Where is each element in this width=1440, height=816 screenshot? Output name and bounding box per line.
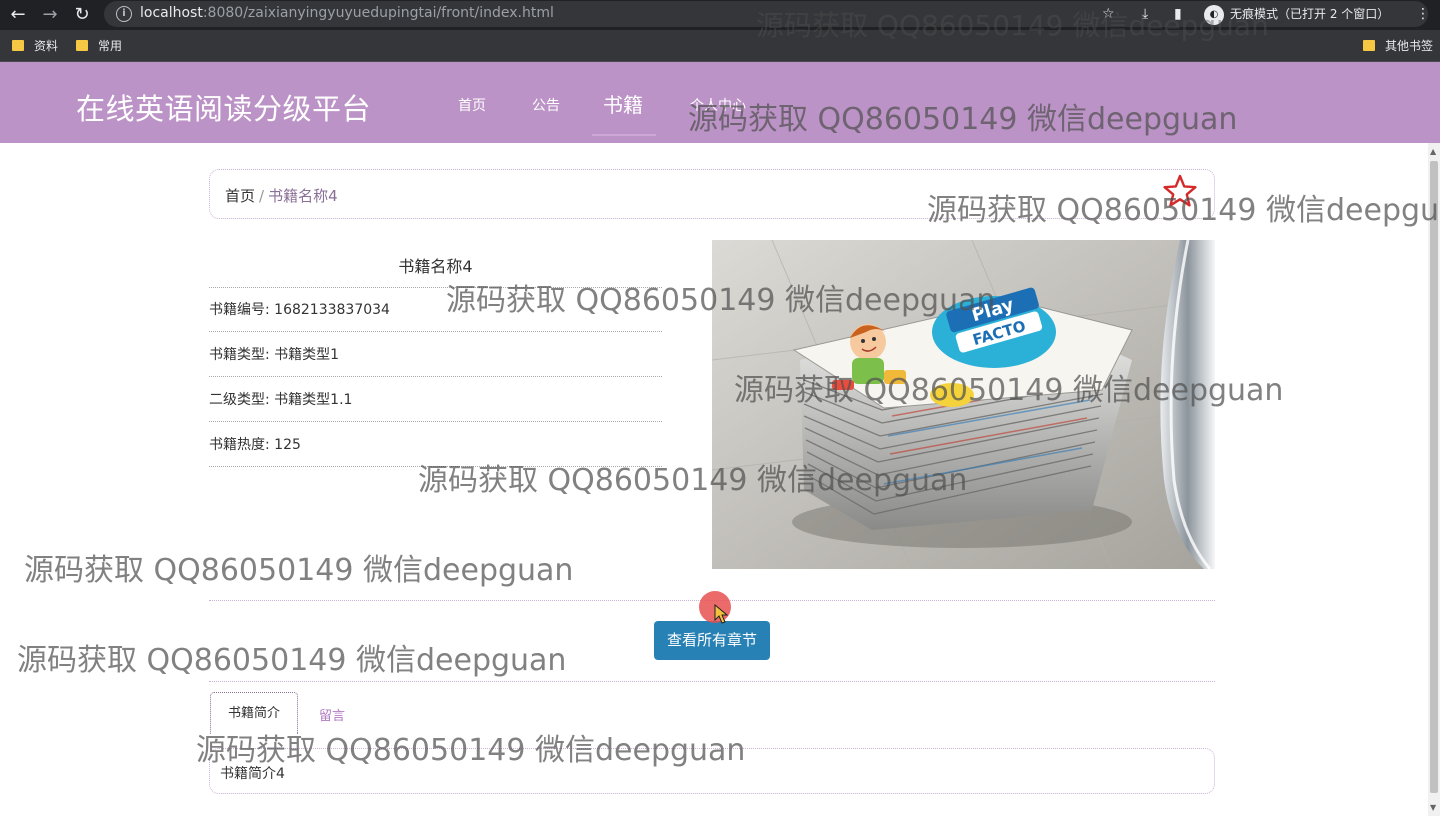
- bookmark-star-icon[interactable]: ☆: [1102, 3, 1115, 25]
- bookmarks-bar: 资料 常用 其他书签: [0, 30, 1440, 62]
- url-text: localhost:8080/zaixianyingyuyuedupingtai…: [140, 5, 554, 21]
- nav-announcements[interactable]: 公告: [532, 95, 560, 115]
- scroll-thumb[interactable]: [1430, 161, 1438, 793]
- sub-type-text: 二级类型: 书籍类型1.1: [209, 392, 353, 408]
- info-row-book-id: 书籍编号: 1682133837034: [209, 287, 662, 332]
- favorite-star-icon[interactable]: [1162, 173, 1198, 209]
- site-info-icon[interactable]: i: [116, 6, 132, 22]
- info-row-book-type: 书籍类型: 书籍类型1: [209, 332, 662, 377]
- watermark: 源码获取 QQ86050149 微信deepguan: [24, 553, 574, 588]
- browser-toolbar: ← → ↻ i localhost:8080/zaixianyingyuyued…: [0, 0, 1440, 30]
- scroll-up-icon[interactable]: ▲: [1430, 147, 1436, 156]
- tab-book-intro[interactable]: 书籍简介: [210, 692, 298, 734]
- divider: [209, 681, 1215, 682]
- download-icon[interactable]: ⤓: [1142, 3, 1148, 25]
- info-row-sub-type: 二级类型: 书籍类型1.1: [209, 377, 662, 422]
- folder-icon: [76, 40, 88, 51]
- incognito-icon: ◐: [1204, 4, 1224, 25]
- breadcrumb-home[interactable]: 首页: [225, 187, 255, 205]
- book-stack-illustration: Play FACTO: [712, 240, 1215, 569]
- site-title[interactable]: 在线英语阅读分级平台: [76, 86, 371, 128]
- site-header: 在线英语阅读分级平台 首页 公告 书籍 个人中心: [0, 62, 1440, 143]
- view-all-chapters-button[interactable]: 查看所有章节: [654, 621, 770, 660]
- cursor-arrow-icon: [714, 604, 728, 624]
- side-panel-icon[interactable]: ▮: [1174, 3, 1182, 25]
- popularity-text: 书籍热度: 125: [209, 437, 301, 453]
- breadcrumb: 首页 / 书籍名称4: [225, 185, 338, 206]
- book-cover-image: Play FACTO: [712, 240, 1215, 569]
- back-icon[interactable]: ←: [6, 3, 30, 27]
- book-type-text: 书籍类型: 书籍类型1: [209, 347, 340, 363]
- book-title: 书籍名称4: [398, 257, 473, 276]
- breadcrumb-bar: 首页 / 书籍名称4: [209, 169, 1215, 219]
- forward-icon[interactable]: →: [38, 3, 62, 27]
- breadcrumb-current: 书籍名称4: [268, 187, 338, 205]
- nav-user-center[interactable]: 个人中心: [690, 95, 746, 115]
- incognito-indicator[interactable]: ◐ 无痕模式（已打开 2 个窗口）: [1204, 3, 1389, 25]
- page-root: ← → ↻ i localhost:8080/zaixianyingyuyued…: [0, 0, 1440, 816]
- bookmark-folder-other[interactable]: 其他书签: [1363, 37, 1433, 54]
- bookmark-folder-ziliao[interactable]: 资料: [12, 37, 58, 54]
- page-scrollbar[interactable]: ▲ ▼: [1428, 143, 1440, 816]
- book-intro-panel: 书籍简介4: [209, 748, 1215, 794]
- info-row-popularity: 书籍热度: 125: [209, 422, 662, 467]
- nav-books[interactable]: 书籍: [603, 89, 643, 118]
- bookmark-folder-changyong[interactable]: 常用: [76, 37, 122, 54]
- watermark: 源码获取 QQ86050149 微信deepguan: [17, 643, 567, 678]
- folder-icon: [1363, 40, 1375, 51]
- nav-home[interactable]: 首页: [458, 95, 486, 115]
- menu-kebab-icon[interactable]: ⋮: [1416, 3, 1430, 25]
- tab-comments[interactable]: 留言: [319, 705, 345, 724]
- nav-active-indicator: [592, 134, 656, 136]
- folder-icon: [12, 40, 24, 51]
- reload-icon[interactable]: ↻: [70, 3, 94, 27]
- book-intro-text: 书籍简介4: [220, 766, 285, 782]
- book-id-text: 书籍编号: 1682133837034: [209, 302, 390, 318]
- scroll-down-icon[interactable]: ▼: [1430, 803, 1436, 812]
- breadcrumb-separator: /: [259, 187, 265, 205]
